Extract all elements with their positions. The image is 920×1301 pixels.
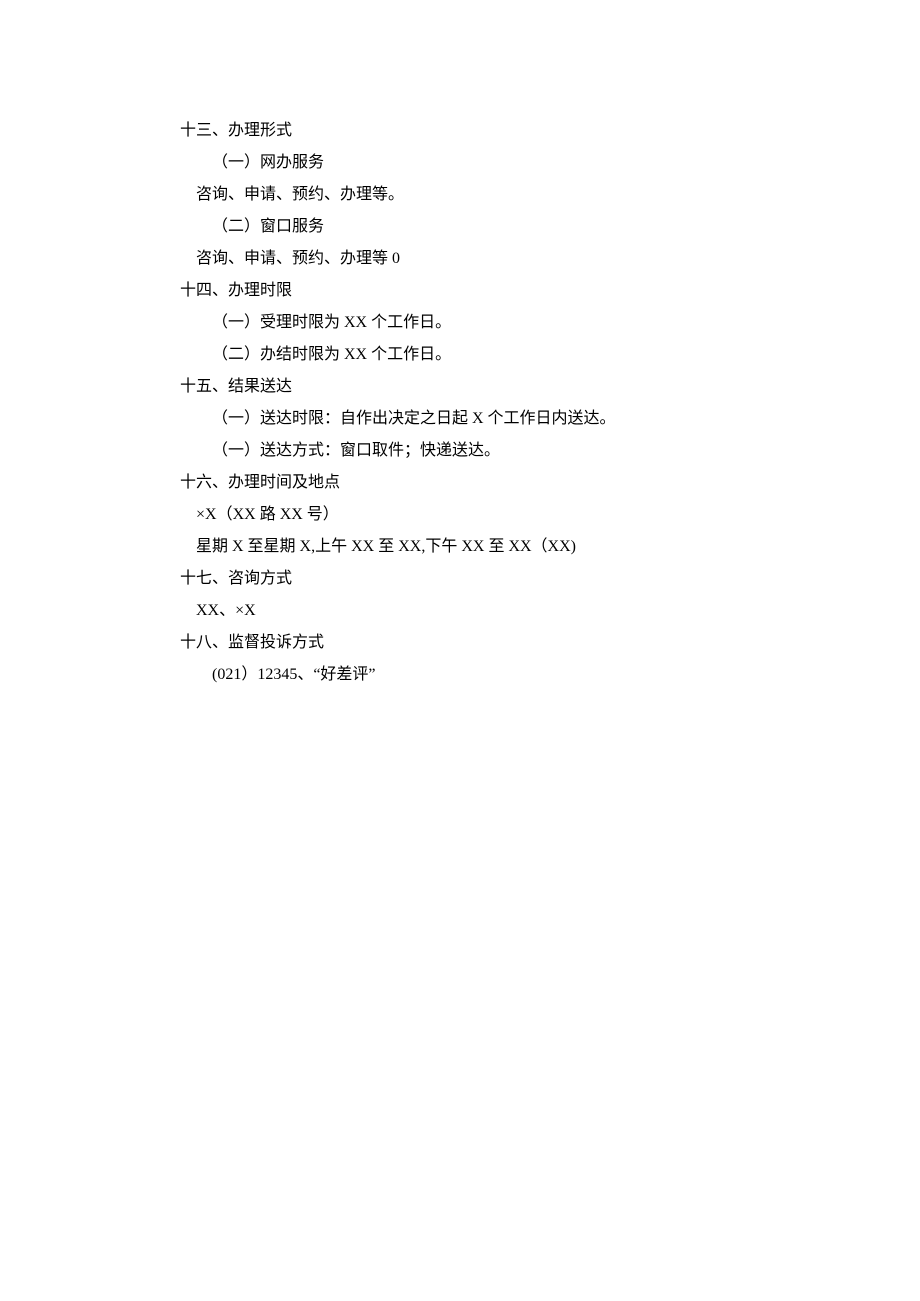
section-16-line2: 星期 X 至星期 X,上午 XX 至 XX,下午 XX 至 XX（XX) [196, 531, 740, 563]
section-14-item1: （一）受理时限为 XX 个工作日。 [212, 307, 740, 339]
section-16-line1: ×X（XX 路 XX 号） [196, 499, 740, 531]
section-15-heading: 十五、结果送达 [180, 371, 740, 403]
section-14-item2: （二）办结时限为 XX 个工作日。 [212, 339, 740, 371]
section-13-heading: 十三、办理形式 [180, 115, 740, 147]
section-13-item2-detail: 咨询、申请、预约、办理等 0 [196, 243, 740, 275]
section-13-item1-detail: 咨询、申请、预约、办理等。 [196, 179, 740, 211]
section-15-item1: （一）送达时限：自作出决定之日起 X 个工作日内送达。 [212, 403, 740, 435]
section-13-item1: （一）网办服务 [212, 147, 740, 179]
section-13-item2: （二）窗口服务 [212, 211, 740, 243]
section-17-heading: 十七、咨询方式 [180, 563, 740, 595]
section-14-heading: 十四、办理时限 [180, 275, 740, 307]
document-body: 十三、办理形式 （一）网办服务 咨询、申请、预约、办理等。 （二）窗口服务 咨询… [180, 115, 740, 691]
section-15-item2: （一）送达方式：窗口取件；快递送达。 [212, 435, 740, 467]
section-17-line1: XX、×X [196, 595, 740, 627]
section-18-heading: 十八、监督投诉方式 [180, 627, 740, 659]
section-18-line1: (021）12345、“好差评” [212, 659, 740, 691]
section-16-heading: 十六、办理时间及地点 [180, 467, 740, 499]
